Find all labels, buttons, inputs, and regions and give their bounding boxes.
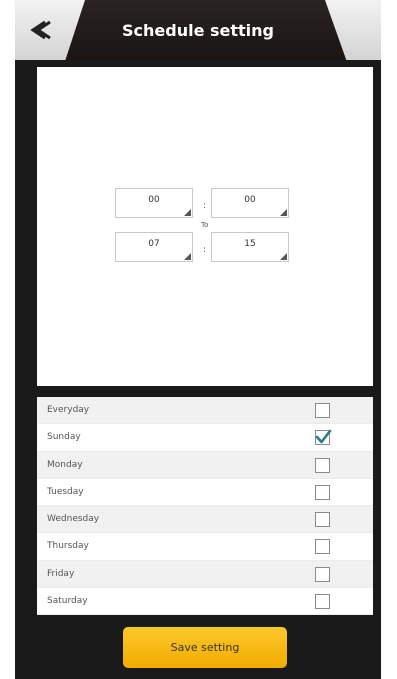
app-frame: Schedule setting 00 : 00 To 07 : 15 Ever… bbox=[15, 0, 381, 679]
day-checkbox[interactable] bbox=[315, 457, 330, 473]
day-row-friday[interactable]: Friday bbox=[37, 560, 373, 588]
day-checkbox[interactable] bbox=[315, 512, 330, 527]
day-label: Everyday bbox=[47, 405, 90, 416]
time-separator: : bbox=[203, 201, 207, 211]
day-label: Wednesday bbox=[47, 514, 100, 525]
from-hour-value: 00 bbox=[148, 195, 160, 205]
day-checkbox[interactable] bbox=[315, 429, 332, 446]
day-row-tuesday[interactable]: Tuesday bbox=[37, 479, 373, 506]
day-label: Thursday bbox=[47, 541, 89, 552]
header-bar: Schedule setting bbox=[15, 0, 381, 60]
day-checkbox[interactable] bbox=[315, 539, 330, 555]
save-setting-button[interactable]: Save setting bbox=[123, 627, 287, 668]
page-title: Schedule setting bbox=[122, 21, 274, 40]
from-minute-field[interactable]: 00 bbox=[211, 188, 289, 218]
day-row-monday[interactable]: Monday bbox=[37, 451, 373, 479]
day-row-wednesday[interactable]: Wednesday bbox=[37, 506, 373, 534]
day-row-everyday[interactable]: Everyday bbox=[37, 397, 373, 425]
day-label: Saturday bbox=[47, 595, 88, 606]
day-row-sunday[interactable]: Sunday bbox=[37, 424, 373, 452]
resize-corner-icon bbox=[280, 209, 287, 216]
to-hour-field[interactable]: 07 bbox=[115, 232, 193, 262]
checkmark-icon bbox=[315, 429, 332, 444]
day-row-thursday[interactable]: Thursday bbox=[37, 533, 373, 561]
day-label: Friday bbox=[47, 568, 75, 579]
resize-corner-icon bbox=[184, 209, 191, 216]
resize-corner-icon bbox=[184, 253, 191, 260]
day-checkbox[interactable] bbox=[315, 593, 330, 609]
day-label: Tuesday bbox=[47, 486, 84, 497]
to-minute-value: 15 bbox=[244, 239, 256, 249]
day-label: Sunday bbox=[47, 432, 81, 443]
resize-corner-icon bbox=[280, 253, 287, 260]
day-checkbox[interactable] bbox=[315, 403, 330, 418]
from-minute-value: 00 bbox=[244, 195, 256, 205]
day-label: Monday bbox=[47, 459, 83, 470]
day-checkbox[interactable] bbox=[315, 566, 330, 582]
day-checkbox[interactable] bbox=[315, 484, 330, 500]
from-hour-field[interactable]: 00 bbox=[115, 188, 193, 218]
time-range-panel: 00 : 00 To 07 : 15 bbox=[37, 67, 373, 386]
time-separator: : bbox=[203, 245, 207, 255]
day-row-saturday[interactable]: Saturday bbox=[37, 588, 373, 615]
to-minute-field[interactable]: 15 bbox=[211, 232, 289, 262]
to-hour-value: 07 bbox=[148, 239, 160, 249]
to-label: To bbox=[201, 221, 209, 229]
day-list: Everyday Sunday Monday Tuesday Wednesday Thur… bbox=[37, 397, 373, 615]
